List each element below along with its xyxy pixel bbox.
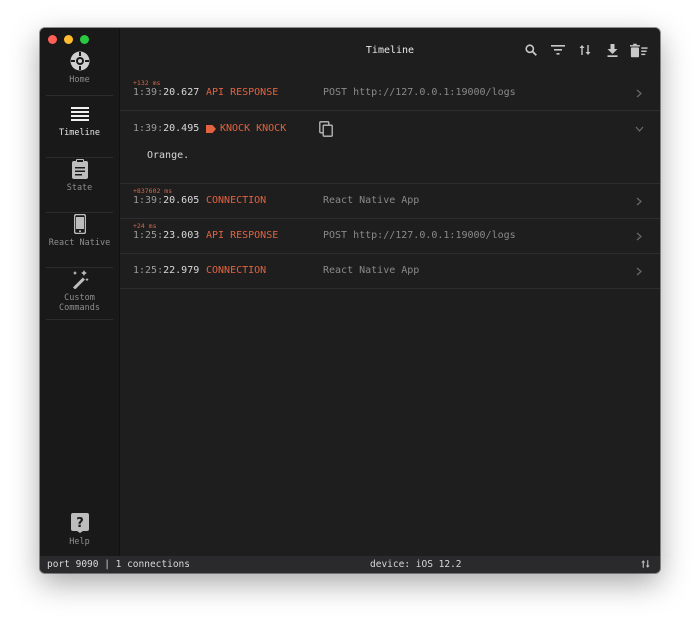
phone-icon xyxy=(69,213,91,235)
timeline-row[interactable]: +24 ms 1:25:23.003 API RESPONSE POST htt… xyxy=(120,219,660,254)
status-bar: port 9090 | 1 connections device: iOS 12… xyxy=(40,556,660,573)
event-summary: POST http://127.0.0.1:19000/logs xyxy=(323,230,516,241)
timestamp: 1:39:20.605 xyxy=(133,195,200,206)
sidebar-item-label: Timeline xyxy=(59,128,100,138)
event-summary: React Native App xyxy=(323,265,420,276)
timestamp: 1:39:20.627 xyxy=(133,87,200,98)
header: Timeline xyxy=(120,28,660,76)
delta-time: +837602 ms xyxy=(133,187,173,195)
zoom-window-button[interactable] xyxy=(80,35,89,44)
timestamp: 1:25:22.979 xyxy=(133,265,200,276)
toolbar xyxy=(522,41,648,59)
sidebar-item-help[interactable]: ? Help xyxy=(46,512,113,552)
filter-icon[interactable] xyxy=(549,41,567,59)
event-summary: React Native App xyxy=(323,195,420,206)
chevron-down-icon[interactable] xyxy=(634,123,644,135)
sidebar: Home Timeline State React Native Custom xyxy=(40,28,120,556)
event-type: KNOCK KNOCK xyxy=(206,123,286,134)
reverse-order-icon[interactable] xyxy=(641,559,650,572)
timeline-row[interactable]: +132 ms 1:39:20.627 API RESPONSE POST ht… xyxy=(120,76,660,111)
chevron-right-icon[interactable] xyxy=(634,265,644,277)
timeline-row[interactable]: +837602 ms 1:39:20.605 CONNECTION React … xyxy=(120,184,660,219)
clipboard-icon xyxy=(69,158,91,180)
event-type: CONNECTION xyxy=(206,195,267,206)
home-icon xyxy=(69,50,91,72)
connection-status: port 9090 | 1 connections xyxy=(47,559,190,570)
event-type: API RESPONSE xyxy=(206,87,279,98)
sidebar-item-label: State xyxy=(66,183,93,193)
sidebar-item-label: Help xyxy=(69,537,90,547)
search-icon[interactable] xyxy=(522,41,540,59)
download-icon[interactable] xyxy=(603,41,621,59)
delta-time: +132 ms xyxy=(133,79,161,87)
chevron-right-icon[interactable] xyxy=(634,195,644,207)
event-body: Orange. xyxy=(147,150,190,161)
sidebar-item-home[interactable]: Home xyxy=(46,50,113,96)
copy-icon[interactable] xyxy=(319,121,333,141)
sidebar-item-label: Custom xyxy=(64,293,95,303)
sidebar-item-state[interactable]: State xyxy=(46,158,113,213)
event-type: API RESPONSE xyxy=(206,230,279,241)
window-controls xyxy=(48,35,89,44)
clear-icon[interactable] xyxy=(630,41,648,59)
event-type: CONNECTION xyxy=(206,265,267,276)
delta-time: +24 ms xyxy=(133,222,157,230)
event-summary: POST http://127.0.0.1:19000/logs xyxy=(323,87,516,98)
sidebar-item-react-native[interactable]: React Native xyxy=(46,213,113,268)
sidebar-item-custom-commands[interactable]: Custom Commands xyxy=(46,268,113,320)
minimize-window-button[interactable] xyxy=(64,35,73,44)
timestamp: 1:39:20.495 xyxy=(133,123,200,134)
timeline-row-expanded[interactable]: 1:39:20.495 KNOCK KNOCK Orange. xyxy=(120,111,660,184)
magic-wand-icon xyxy=(69,268,91,290)
close-window-button[interactable] xyxy=(48,35,57,44)
timeline-list: +132 ms 1:39:20.627 API RESPONSE POST ht… xyxy=(120,76,660,289)
chevron-right-icon[interactable] xyxy=(634,230,644,242)
help-icon: ? xyxy=(69,512,91,534)
sidebar-item-timeline[interactable]: Timeline xyxy=(46,103,113,158)
timeline-row[interactable]: 1:25:22.979 CONNECTION React Native App xyxy=(120,254,660,289)
app-window: Home Timeline State React Native Custom xyxy=(40,28,660,573)
sidebar-item-label: Home xyxy=(69,75,90,85)
sidebar-item-label: React Native xyxy=(48,238,111,248)
list-icon xyxy=(69,103,91,125)
sidebar-item-label: Commands xyxy=(59,303,100,313)
device-status: device: iOS 12.2 xyxy=(370,559,462,570)
reverse-order-icon[interactable] xyxy=(576,41,594,59)
tag-icon xyxy=(206,124,216,133)
svg-text:?: ? xyxy=(76,516,84,531)
timestamp: 1:25:23.003 xyxy=(133,230,200,241)
chevron-right-icon[interactable] xyxy=(634,87,644,99)
